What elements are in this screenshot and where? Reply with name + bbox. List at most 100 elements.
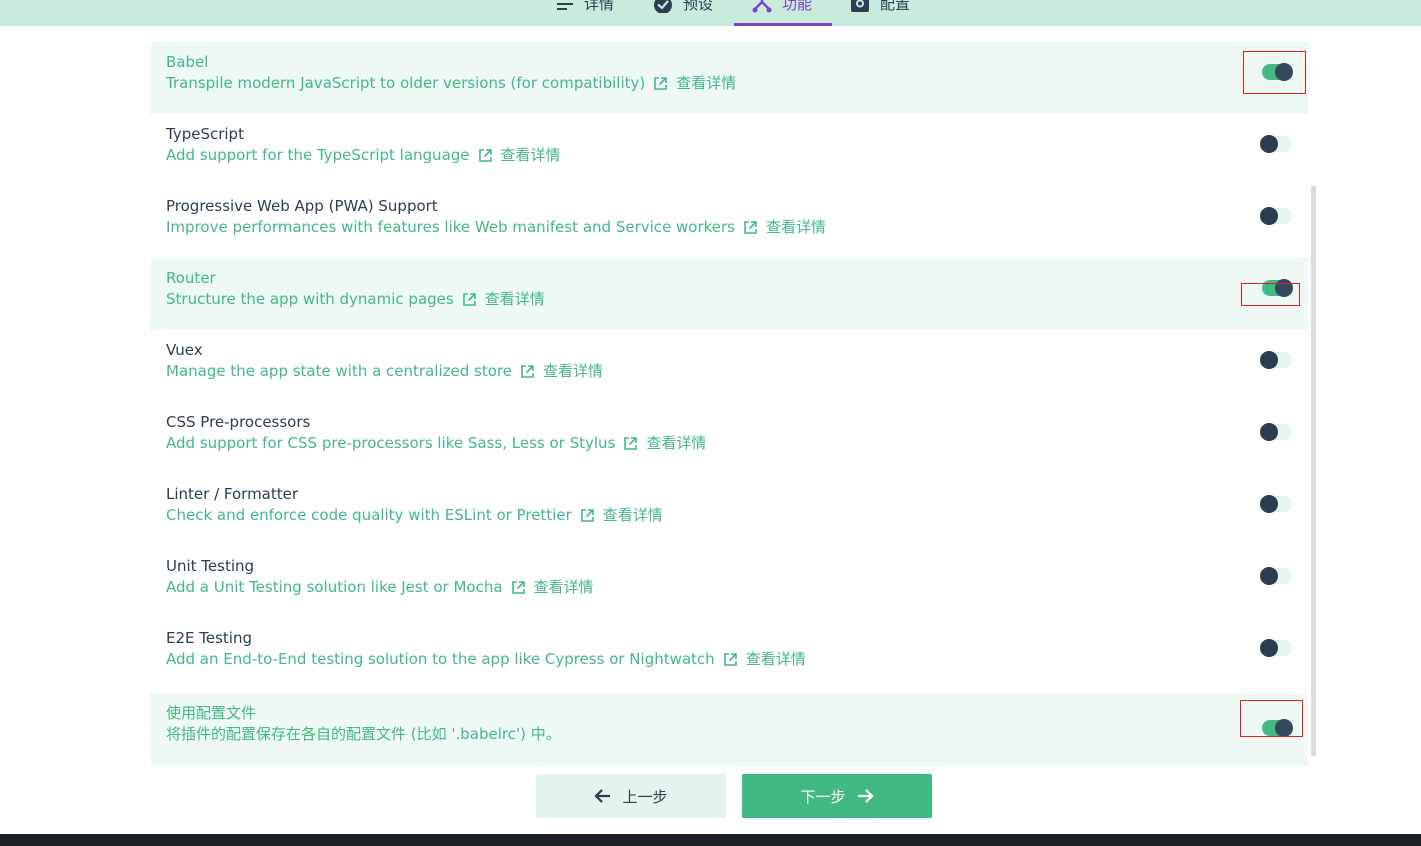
feature-list: Babel Transpile modern JavaScript to olde… [150, 42, 1308, 766]
feature-toggle[interactable] [1260, 639, 1292, 657]
tab-details[interactable]: 详情 [556, 0, 614, 26]
feature-item[interactable]: Linter / Formatter Check and enforce code… [150, 474, 1308, 546]
external-link-icon [462, 292, 476, 306]
more-info-link[interactable]: 查看详情 [485, 290, 545, 308]
more-info-link[interactable]: 查看详情 [676, 74, 736, 92]
toggle-knob [1260, 135, 1278, 153]
toggle-knob [1260, 639, 1278, 657]
tab-config-label: 配置 [880, 0, 911, 13]
feature-name: CSS Pre-processors [166, 413, 311, 431]
feature-name: TypeScript [166, 125, 244, 143]
feature-name: Vuex [166, 341, 203, 359]
more-info-link[interactable]: 查看详情 [746, 650, 806, 668]
feature-toggle[interactable] [1262, 279, 1293, 297]
feature-description-text: Check and enforce code quality with ESLi… [166, 506, 572, 524]
prev-step-button[interactable]: 上一步 [536, 774, 726, 818]
feature-description-text: Add support for the TypeScript language [166, 146, 470, 164]
more-info-link[interactable]: 查看详情 [646, 434, 706, 452]
feature-item[interactable]: Router Structure the app with dynamic pag… [150, 258, 1308, 330]
feature-name: Progressive Web App (PWA) Support [166, 197, 438, 215]
feature-name: E2E Testing [166, 629, 253, 647]
external-link-icon [654, 76, 668, 90]
feature-description: Transpile modern JavaScript to older ver… [166, 74, 1308, 92]
external-link-icon [744, 220, 757, 234]
config-option-name: 使用配置文件 [166, 704, 257, 722]
feature-description-text: Transpile modern JavaScript to older ver… [166, 74, 646, 92]
check-circle-icon [654, 0, 672, 13]
gear-icon [851, 0, 869, 12]
feature-toggle[interactable] [1260, 351, 1292, 369]
config-option-description-text: 将插件的配置保存在各自的配置文件 (比如 '.babelrc') 中。 [166, 725, 561, 743]
feature-description: Add support for the TypeScript language 查… [166, 146, 1308, 164]
feature-toggle[interactable] [1260, 567, 1292, 585]
tab-features-label: 功能 [782, 0, 813, 13]
list-icon [557, 3, 573, 10]
tab-details-label: 详情 [584, 0, 615, 13]
tab-presets-label: 预设 [683, 0, 714, 13]
feature-description: Check and enforce code quality with ESLi… [166, 506, 1308, 524]
external-link-icon [580, 508, 594, 522]
toggle-knob [1275, 279, 1293, 297]
feature-description-text: Manage the app state with a centralized … [166, 362, 512, 380]
external-link-icon [624, 436, 638, 450]
arrow-right-icon [857, 789, 874, 803]
more-info-link[interactable]: 查看详情 [766, 218, 826, 236]
external-link-icon [521, 364, 534, 378]
external-link-icon [511, 580, 525, 594]
feature-description: Add a Unit Testing solution like Jest or… [166, 578, 1308, 596]
toggle-knob [1260, 351, 1278, 369]
feature-toggle[interactable] [1260, 423, 1292, 441]
fork-icon [752, 0, 772, 13]
arrow-left-icon [594, 789, 611, 803]
feature-item[interactable]: CSS Pre-processors Add support for CSS pr… [150, 402, 1308, 474]
toggle-knob [1260, 423, 1278, 441]
feature-toggle[interactable] [1262, 63, 1293, 81]
feature-item[interactable]: E2E Testing Add an End-to-End testing sol… [150, 618, 1308, 690]
feature-description-text: Add an End-to-End testing solution to th… [166, 650, 715, 668]
toggle-knob [1260, 495, 1278, 513]
feature-item[interactable]: Babel Transpile modern JavaScript to olde… [150, 42, 1308, 114]
feature-name: Linter / Formatter [166, 485, 299, 503]
feature-toggle[interactable] [1260, 495, 1292, 513]
feature-item[interactable]: Progressive Web App (PWA) Support Improve… [150, 186, 1308, 258]
feature-name: Babel [166, 53, 209, 71]
feature-item[interactable]: Vuex Manage the app state with a centrali… [150, 330, 1308, 402]
more-info-link[interactable]: 查看详情 [543, 362, 603, 380]
next-step-label: 下一步 [800, 787, 846, 806]
external-link-icon [723, 652, 737, 666]
top-tab-bar: 详情 预设 功能 配置 [0, 0, 1421, 26]
toggle-knob [1260, 207, 1278, 225]
prev-step-label: 上一步 [622, 787, 668, 806]
feature-description: Structure the app with dynamic pages 查看详情 [166, 290, 1308, 308]
feature-description: Improve performances with features like … [166, 218, 1308, 236]
feature-name: Router [166, 269, 216, 287]
bottom-status-strip [0, 834, 1421, 846]
next-step-button[interactable]: 下一步 [742, 774, 932, 818]
feature-toggle[interactable] [1260, 207, 1292, 225]
tab-presets[interactable]: 预设 [653, 0, 713, 26]
more-info-link[interactable]: 查看详情 [603, 506, 663, 524]
feature-description-text: Add support for CSS pre-processors like … [166, 434, 616, 452]
config-option-toggle[interactable] [1262, 719, 1293, 737]
toggle-knob [1275, 719, 1293, 737]
feature-description-text: Structure the app with dynamic pages [166, 290, 454, 308]
feature-toggle[interactable] [1260, 135, 1292, 153]
toggle-knob [1260, 567, 1278, 585]
toggle-knob [1275, 63, 1293, 81]
feature-description: Add an End-to-End testing solution to th… [166, 650, 1308, 668]
active-tab-indicator [734, 23, 832, 26]
config-file-option[interactable]: 使用配置文件将插件的配置保存在各自的配置文件 (比如 '.babelrc') 中… [150, 693, 1308, 766]
feature-description: Manage the app state with a centralized … [166, 362, 1308, 380]
feature-name: Unit Testing [166, 557, 255, 575]
feature-item[interactable]: Unit Testing Add a Unit Testing solution … [150, 546, 1308, 618]
feature-item[interactable]: TypeScript Add support for the TypeScript… [150, 114, 1308, 186]
config-option-description: 将插件的配置保存在各自的配置文件 (比如 '.babelrc') 中。 [166, 725, 1308, 743]
more-info-link[interactable]: 查看详情 [534, 578, 594, 596]
more-info-link[interactable]: 查看详情 [501, 146, 561, 164]
scrollbar[interactable] [1311, 186, 1316, 756]
feature-description: Add support for CSS pre-processors like … [166, 434, 1308, 452]
tab-config[interactable]: 配置 [850, 0, 910, 26]
feature-description-text: Improve performances with features like … [166, 218, 735, 236]
external-link-icon [478, 148, 492, 162]
feature-description-text: Add a Unit Testing solution like Jest or… [166, 578, 503, 596]
